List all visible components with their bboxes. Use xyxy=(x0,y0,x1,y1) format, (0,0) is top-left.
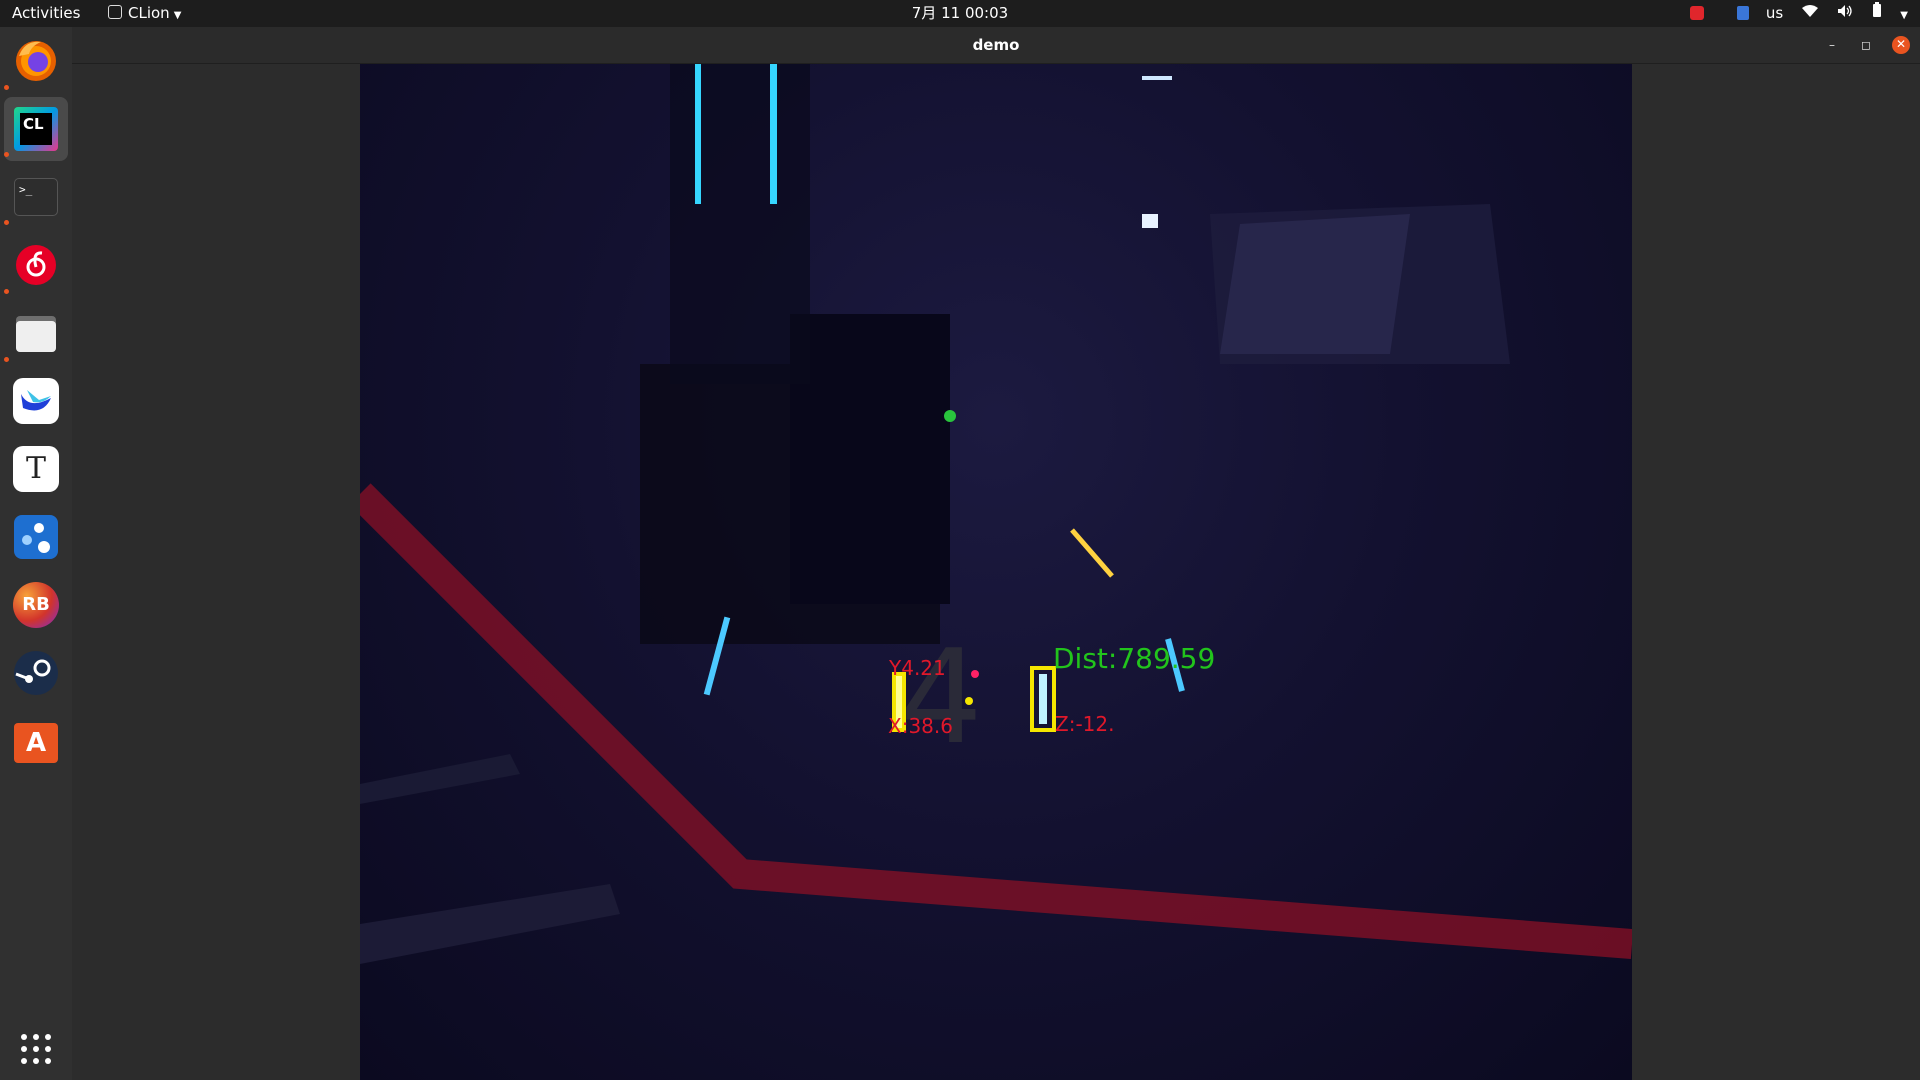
system-tray[interactable]: us ▼ xyxy=(1676,0,1908,27)
running-indicator xyxy=(4,357,9,362)
top-bar: Activities CLion ▼ 7月 11 00:03 us ▼ xyxy=(0,0,1920,27)
app-menu[interactable]: CLion ▼ xyxy=(108,0,181,27)
software-center-icon-label: A xyxy=(14,723,58,763)
dock: CL >_ T RB A xyxy=(0,27,73,1080)
netease-music-icon[interactable] xyxy=(12,241,60,289)
rb-app-icon[interactable]: RB xyxy=(12,581,60,629)
running-indicator xyxy=(4,289,9,294)
z-coordinate-label: Z:-12. xyxy=(1055,712,1115,736)
terminal-icon[interactable]: >_ xyxy=(12,173,60,221)
wifi-icon[interactable] xyxy=(1801,0,1818,27)
network-app-icon[interactable] xyxy=(12,513,60,561)
clion-icon-label: CL xyxy=(20,113,52,145)
input-method-icon xyxy=(1736,6,1749,20)
running-indicator xyxy=(4,85,9,90)
show-applications-icon[interactable] xyxy=(12,1025,60,1073)
running-indicator xyxy=(4,220,9,225)
typora-icon-label: T xyxy=(13,446,59,492)
maximize-button[interactable]: ◻ xyxy=(1858,37,1874,53)
camera-frame: 4 Y4.21 X:38.6 Z:-12. Dist:789.59 xyxy=(360,64,1632,1080)
clion-icon[interactable]: CL xyxy=(12,105,60,153)
x-coordinate-label: X:38.6 xyxy=(888,714,953,738)
typora-icon[interactable]: T xyxy=(12,445,60,493)
app-menu-label: CLion xyxy=(128,4,170,22)
system-menu-chevron-icon[interactable]: ▼ xyxy=(1900,2,1908,29)
files-icon[interactable] xyxy=(12,309,60,357)
recording-icon[interactable] xyxy=(1690,6,1705,20)
volume-icon[interactable] xyxy=(1837,0,1853,27)
close-button[interactable]: ✕ xyxy=(1892,36,1910,54)
window-title: demo xyxy=(972,36,1020,54)
app-menu-icon xyxy=(108,5,122,19)
minimize-button[interactable]: – xyxy=(1824,37,1840,53)
activities-button[interactable]: Activities xyxy=(12,0,80,27)
armor-number: 4 xyxy=(900,621,983,773)
keyboard-layout-label: us xyxy=(1765,4,1784,22)
camera-scene: 4 xyxy=(360,64,1632,964)
feishu-icon[interactable] xyxy=(12,377,60,425)
steam-icon[interactable] xyxy=(12,649,60,697)
battery-icon[interactable] xyxy=(1872,0,1882,27)
clock[interactable]: 7月 11 00:03 xyxy=(912,0,1008,27)
terminal-icon-label: >_ xyxy=(14,178,58,216)
y-coordinate-label: Y4.21 xyxy=(889,656,946,680)
chevron-down-icon: ▼ xyxy=(173,10,182,21)
distance-label: Dist:789.59 xyxy=(1053,642,1216,675)
keyboard-layout[interactable]: us xyxy=(1723,0,1783,27)
rb-app-icon-label: RB xyxy=(13,582,59,628)
firefox-icon[interactable] xyxy=(12,37,60,85)
window-titlebar[interactable]: demo – ◻ ✕ xyxy=(72,27,1920,64)
software-center-icon[interactable]: A xyxy=(12,717,60,765)
running-indicator xyxy=(4,152,9,157)
